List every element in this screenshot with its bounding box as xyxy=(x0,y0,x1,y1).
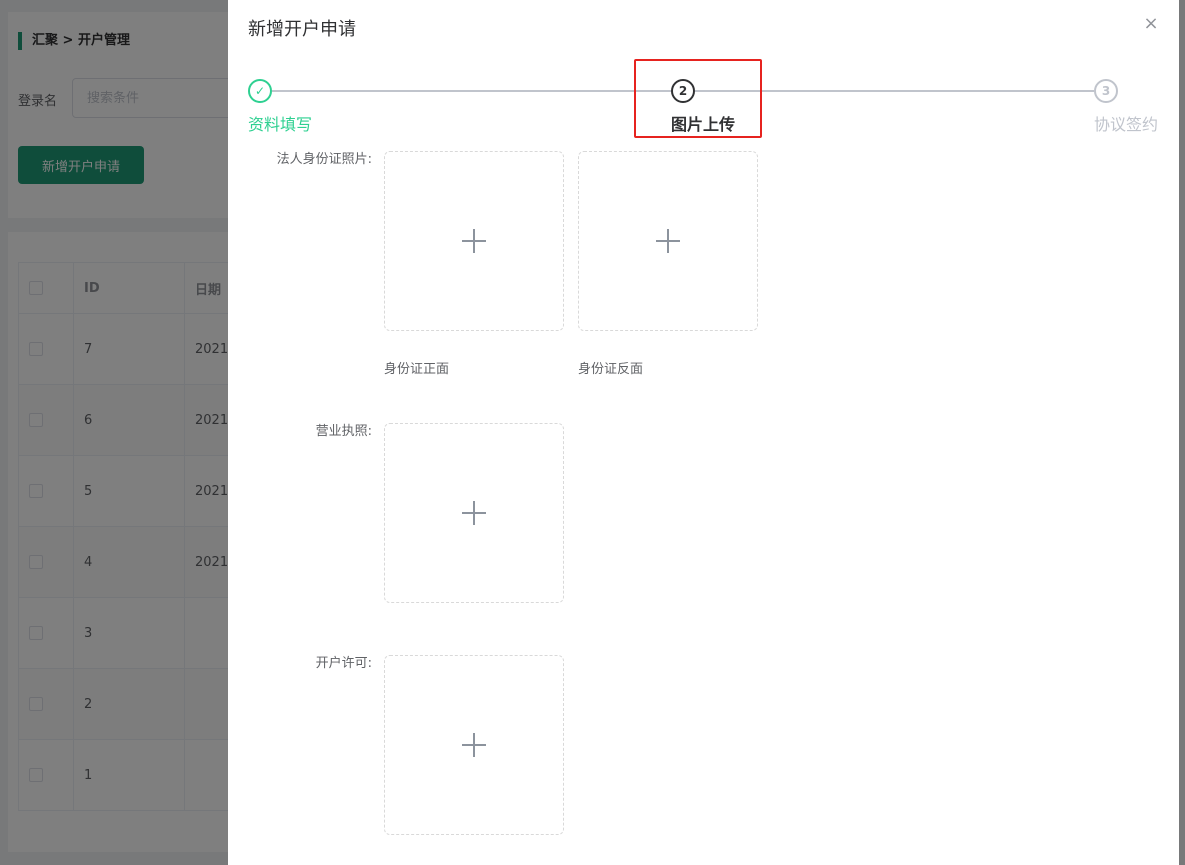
id-back-upload[interactable] xyxy=(578,151,758,331)
account-permit-upload[interactable] xyxy=(384,655,564,835)
step-connector-1 xyxy=(272,90,671,92)
business-license-upload[interactable] xyxy=(384,423,564,603)
id-front-caption: 身份证正面 xyxy=(384,362,450,377)
plus-icon xyxy=(462,733,486,757)
drawer-title: 新增开户申请 xyxy=(248,19,356,40)
id-card-label: 法人身份证照片: xyxy=(276,152,372,167)
step-1-check-icon: ✓ xyxy=(248,79,272,103)
step-3-label: 协议签约 xyxy=(1094,115,1159,134)
new-account-drawer: 新增开户申请 × ✓ 资料填写 2 图片上传 3 协议签约 法人身份证照片: 身… xyxy=(228,0,1179,865)
plus-icon xyxy=(462,229,486,253)
id-front-upload[interactable] xyxy=(384,151,564,331)
business-license-label: 营业执照: xyxy=(315,424,372,439)
step-3-number: 3 xyxy=(1094,79,1118,103)
close-icon[interactable]: × xyxy=(1141,14,1161,34)
plus-icon xyxy=(462,501,486,525)
current-step-highlight xyxy=(634,59,762,138)
id-back-caption: 身份证反面 xyxy=(578,362,644,377)
plus-icon xyxy=(656,229,680,253)
account-permit-label: 开户许可: xyxy=(315,656,372,671)
step-1-label: 资料填写 xyxy=(248,115,313,134)
